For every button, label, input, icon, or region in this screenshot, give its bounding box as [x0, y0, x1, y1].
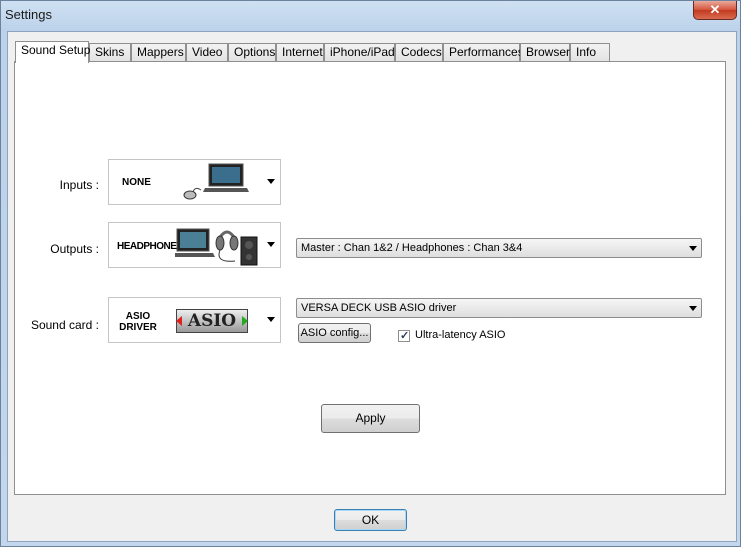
asio-driver-select[interactable]: VERSA DECK USB ASIO driver [296, 298, 702, 318]
ok-button[interactable]: OK [334, 509, 407, 531]
asio-driver-value: VERSA DECK USB ASIO driver [301, 302, 457, 314]
outputs-label: Outputs : [50, 242, 99, 256]
mouse-laptop-icon [183, 163, 249, 200]
tab-info[interactable]: Info [570, 43, 610, 61]
sound-card-label: Sound card : [30, 318, 99, 332]
tab-performances[interactable]: Performances [443, 43, 524, 61]
arrow-left-icon [176, 316, 182, 326]
title-bar: Settings ✕ [1, 1, 740, 29]
outputs-device-selector[interactable]: HEADPHONES [108, 222, 281, 268]
inputs-label: Inputs : [59, 178, 99, 192]
tab-options[interactable]: Options [228, 43, 276, 61]
headphones-speaker-icon [175, 228, 258, 266]
asio-logo-text: ASIO [187, 311, 237, 331]
chevron-down-icon [267, 179, 275, 184]
apply-button[interactable]: Apply [321, 404, 420, 433]
chevron-down-icon [689, 246, 697, 251]
sound-card-device-text-line1: ASIO [125, 311, 151, 322]
tab-skins[interactable]: Skins [89, 43, 131, 61]
checkmark-icon: ✓ [400, 330, 410, 342]
tab-mappers[interactable]: Mappers [131, 43, 186, 61]
tab-sound-setup[interactable]: Sound Setup [15, 41, 90, 63]
close-icon: ✕ [709, 2, 721, 17]
sound-setup-panel: Inputs : NONE Outputs : HEADPHONES Maste… [14, 61, 726, 495]
output-routing-value: Master : Chan 1&2 / Headphones : Chan 3&… [301, 242, 523, 254]
asio-logo: ASIO [176, 309, 248, 333]
tab-codecs[interactable]: Codecs [395, 43, 443, 61]
sound-card-device-text-line2: DRIVER [119, 322, 157, 333]
tab-browser[interactable]: Browser [520, 43, 570, 61]
inputs-device-text: NONE [122, 177, 151, 188]
output-routing-select[interactable]: Master : Chan 1&2 / Headphones : Chan 3&… [296, 238, 702, 258]
inputs-device-selector[interactable]: NONE [108, 159, 281, 205]
arrow-right-icon [242, 316, 248, 326]
tab-iphone-ipad[interactable]: iPhone/iPad [324, 43, 395, 61]
outputs-device-text: HEADPHONES [117, 241, 183, 252]
ultra-latency-label: Ultra-latency ASIO [415, 329, 506, 341]
settings-window: Settings ✕ Sound Setup Skins Mappers Vid… [0, 0, 741, 547]
chevron-down-icon [267, 317, 275, 322]
window-title: Settings [5, 7, 52, 22]
chevron-down-icon [689, 306, 697, 311]
sound-card-device-selector[interactable]: ASIO DRIVER ASIO [108, 297, 281, 343]
close-button[interactable]: ✕ [693, 1, 737, 20]
chevron-down-icon [267, 242, 275, 247]
tab-video[interactable]: Video [186, 43, 228, 61]
dialog-client: Sound Setup Skins Mappers Video Options … [7, 31, 737, 542]
tab-internet[interactable]: Internet [276, 43, 324, 61]
ultra-latency-checkbox[interactable]: ✓ [398, 330, 410, 342]
asio-config-button[interactable]: ASIO config... [298, 323, 371, 343]
